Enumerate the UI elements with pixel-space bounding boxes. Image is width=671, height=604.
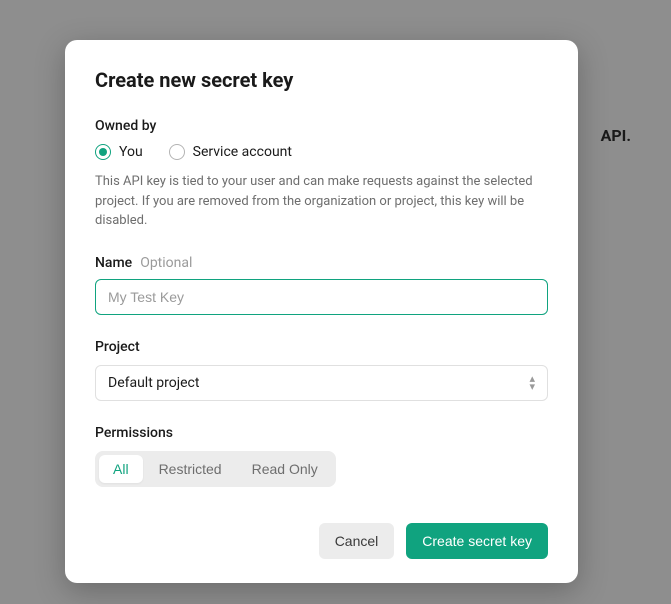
permissions-all-tab[interactable]: All (99, 455, 143, 483)
permissions-label: Permissions (95, 425, 548, 441)
owned-by-description: This API key is tied to your user and ca… (95, 172, 548, 231)
owned-by-radio-group: You Service account (95, 144, 548, 160)
owned-by-you-radio[interactable]: You (95, 144, 143, 160)
permissions-restricted-tab[interactable]: Restricted (145, 455, 236, 483)
radio-icon (169, 144, 185, 160)
cancel-button[interactable]: Cancel (319, 523, 395, 559)
name-input[interactable] (95, 279, 548, 315)
background-partial-text: API. (601, 126, 631, 145)
radio-icon (95, 144, 111, 160)
project-selected-value: Default project (108, 375, 199, 391)
create-secret-key-modal: Create new secret key Owned by You Servi… (65, 40, 578, 583)
modal-title: Create new secret key (95, 68, 548, 92)
radio-label: You (119, 144, 143, 160)
name-field-hint: Optional (140, 255, 192, 271)
project-field-label: Project (95, 339, 548, 355)
create-secret-key-button[interactable]: Create secret key (406, 523, 548, 559)
permissions-segmented-control: All Restricted Read Only (95, 451, 336, 487)
radio-label: Service account (193, 144, 292, 160)
modal-footer-buttons: Cancel Create secret key (95, 523, 548, 559)
project-select[interactable]: Default project ▴▾ (95, 365, 548, 401)
name-field-label: Name (95, 255, 132, 271)
owned-by-service-account-radio[interactable]: Service account (169, 144, 292, 160)
permissions-read-only-tab[interactable]: Read Only (238, 455, 332, 483)
owned-by-label: Owned by (95, 118, 548, 134)
select-arrows-icon: ▴▾ (529, 375, 535, 390)
